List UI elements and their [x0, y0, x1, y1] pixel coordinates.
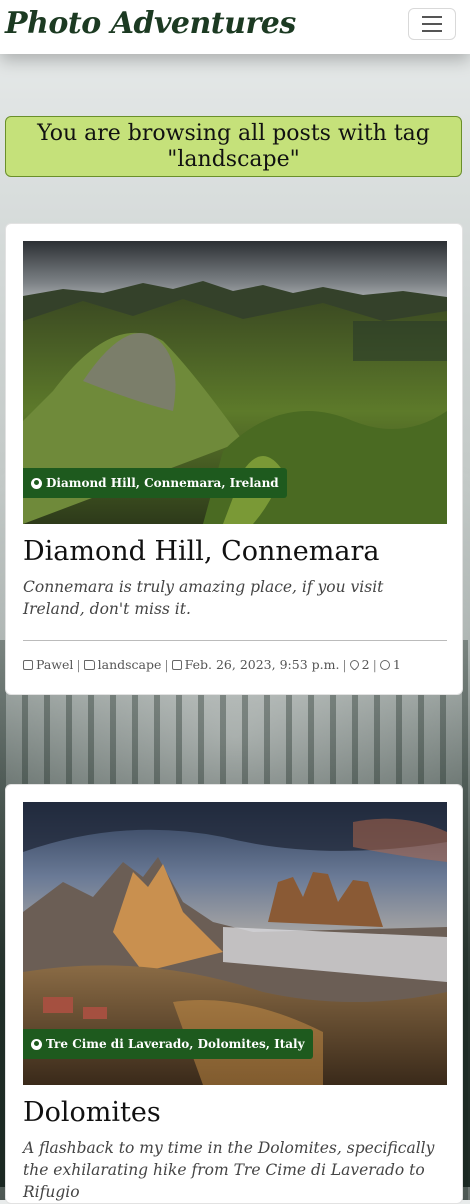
globe-icon — [31, 477, 42, 489]
calendar-icon — [171, 659, 182, 670]
post-image-connemara[interactable]: Diamond Hill, Connemara, Ireland — [23, 241, 447, 524]
post-author: Pawel — [36, 657, 74, 672]
post-date: Feb. 26, 2023, 9:53 p.m. — [184, 657, 340, 672]
location-badge: Tre Cime di Laverado, Dolomites, Italy — [23, 1029, 313, 1059]
post-excerpt: Connemara is truly amazing place, if you… — [23, 578, 384, 618]
tag-banner: You are browsing all posts with tag "lan… — [5, 116, 462, 177]
post-tag[interactable]: landscape — [98, 657, 162, 672]
divider — [23, 640, 447, 641]
post-likes: 2 — [361, 657, 370, 672]
navbar: Photo Adventures — [0, 0, 470, 54]
post-meta: Pawel | landscape | Feb. 26, 2023, 9:53 … — [23, 657, 401, 672]
location-text: Tre Cime di Laverado, Dolomites, Italy — [46, 1037, 305, 1051]
comments-icon — [379, 659, 390, 670]
globe-icon — [31, 1038, 42, 1050]
navbar-toggler-button[interactable] — [408, 8, 456, 40]
post-title[interactable]: Dolomites — [23, 1097, 161, 1128]
location-badge: Diamond Hill, Connemara, Ireland — [23, 468, 287, 498]
post-card[interactable]: Tre Cime di Laverado, Dolomites, Italy D… — [5, 784, 463, 1204]
location-text: Diamond Hill, Connemara, Ireland — [46, 476, 279, 490]
hamburger-menu-icon — [422, 16, 442, 18]
heart-icon — [347, 658, 361, 671]
brand-logo[interactable]: Photo Adventures — [5, 6, 296, 41]
edit-icon — [23, 659, 33, 670]
folder-icon — [83, 659, 95, 670]
post-comments: 1 — [392, 657, 401, 672]
post-card[interactable]: Diamond Hill, Connemara, Ireland Diamond… — [5, 223, 463, 695]
post-image-dolomites[interactable]: Tre Cime di Laverado, Dolomites, Italy — [23, 802, 447, 1085]
post-title[interactable]: Diamond Hill, Connemara — [23, 536, 379, 567]
post-excerpt: A flashback to my time in the Dolomites,… — [23, 1139, 435, 1201]
